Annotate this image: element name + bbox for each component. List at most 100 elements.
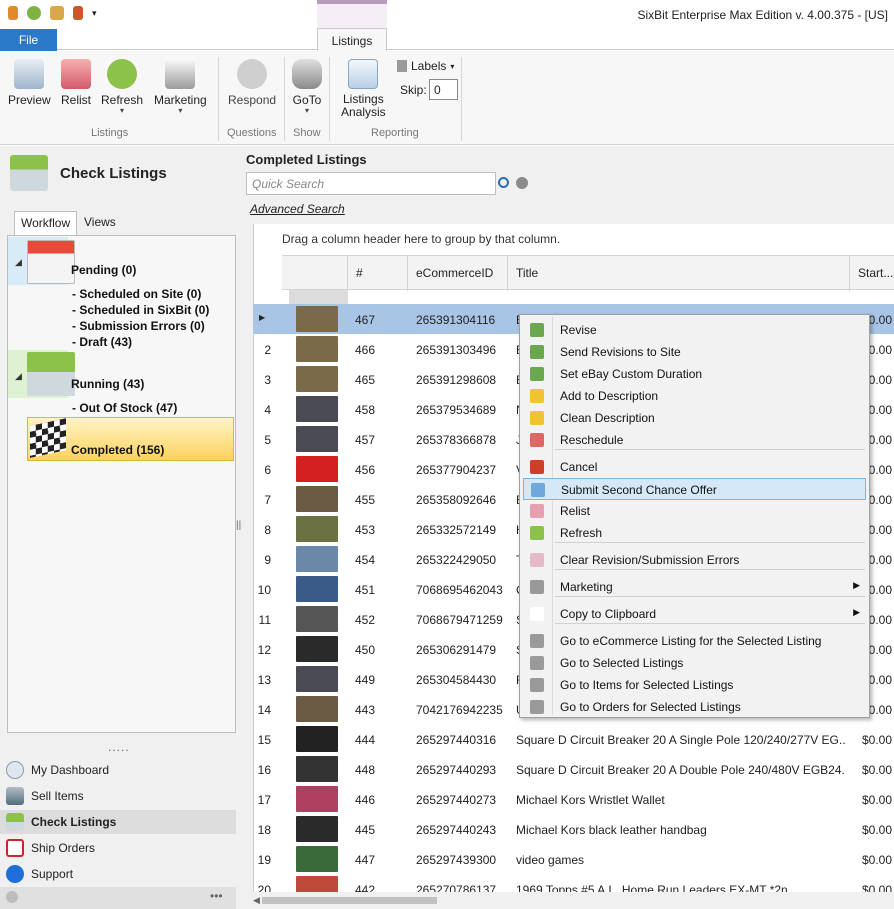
item-thumbnail[interactable] bbox=[296, 576, 338, 602]
skip-input[interactable]: 0 bbox=[429, 79, 458, 100]
cell-title: video games bbox=[516, 853, 585, 867]
refresh-button[interactable]: Refresh ▾ bbox=[101, 59, 143, 115]
column-header-title[interactable]: Title bbox=[507, 256, 849, 291]
panel-resize-grip[interactable]: ..... bbox=[108, 740, 130, 754]
table-row[interactable]: 15 444 265297440316 Square D Circuit Breake… bbox=[253, 724, 894, 754]
overflow-menu-icon[interactable]: ••• bbox=[210, 889, 223, 903]
menu-item-cancel[interactable]: Cancel bbox=[523, 456, 866, 478]
tree-node-scheduled-site[interactable]: - Scheduled on Site (0) bbox=[72, 287, 201, 301]
column-header-ecommerceid[interactable]: eCommerceID bbox=[407, 256, 507, 291]
item-thumbnail[interactable] bbox=[296, 396, 338, 422]
cell-id: 449 bbox=[355, 673, 376, 687]
menu-item-reschedule[interactable]: Reschedule bbox=[523, 429, 866, 451]
tree-node-draft[interactable]: - Draft (43) bbox=[72, 335, 132, 349]
menu-item-goto-ecommerce-listing[interactable]: Go to eCommerce Listing for the Selected… bbox=[523, 630, 866, 652]
item-thumbnail[interactable] bbox=[296, 756, 338, 782]
file-tab[interactable]: File bbox=[0, 29, 57, 51]
item-thumbnail[interactable] bbox=[296, 696, 338, 722]
item-thumbnail[interactable] bbox=[296, 606, 338, 632]
item-thumbnail[interactable] bbox=[296, 486, 338, 512]
respond-button[interactable]: Respond bbox=[228, 59, 276, 107]
menu-item-send-revisions[interactable]: Send Revisions to Site bbox=[523, 341, 866, 363]
menu-item-refresh[interactable]: Refresh bbox=[523, 522, 866, 544]
menu-item-relist[interactable]: Relist bbox=[523, 500, 866, 522]
nav-support[interactable]: Support bbox=[0, 862, 236, 886]
goto-button[interactable]: GoTo ▾ bbox=[292, 59, 322, 115]
item-thumbnail[interactable] bbox=[296, 336, 338, 362]
column-header-start[interactable]: Start... bbox=[849, 256, 894, 291]
item-thumbnail[interactable] bbox=[296, 366, 338, 392]
menu-item-clear-errors[interactable]: Clear Revision/Submission Errors bbox=[523, 549, 866, 571]
menu-item-marketing[interactable]: Marketing ▶ bbox=[523, 576, 866, 598]
tab-listings[interactable]: Listings bbox=[317, 28, 387, 52]
menu-item-goto-orders[interactable]: Go to Orders for Selected Listings bbox=[523, 696, 866, 718]
menu-item-clean-description[interactable]: Clean Description bbox=[523, 407, 866, 429]
item-thumbnail[interactable] bbox=[296, 846, 338, 872]
preview-button[interactable]: Preview bbox=[8, 59, 51, 107]
menu-item-label: Cancel bbox=[560, 460, 598, 474]
tab-workflow[interactable]: Workflow bbox=[14, 211, 78, 235]
expand-icon[interactable]: ◢ bbox=[15, 371, 22, 382]
cell-id: 451 bbox=[355, 583, 376, 597]
item-thumbnail[interactable] bbox=[296, 816, 338, 842]
calendar-icon bbox=[27, 240, 75, 284]
marketing-button[interactable]: Marketing ▾ bbox=[154, 59, 207, 115]
menu-item-goto-items[interactable]: Go to Items for Selected Listings bbox=[523, 674, 866, 696]
cell-ecommerceid: 265378366878 bbox=[416, 433, 497, 447]
table-row[interactable]: 17 446 265297440273 Michael Kors Wristlet W… bbox=[253, 784, 894, 814]
splitter-handle[interactable]: || bbox=[236, 520, 241, 531]
item-thumbnail[interactable] bbox=[296, 786, 338, 812]
item-thumbnail[interactable] bbox=[296, 426, 338, 452]
tab-views[interactable]: Views bbox=[78, 211, 122, 235]
item-thumbnail[interactable] bbox=[296, 516, 338, 542]
quick-search-input[interactable]: Quick Search bbox=[246, 172, 496, 195]
nav-my-dashboard[interactable]: My Dashboard bbox=[0, 758, 236, 782]
tree-node-submission-errors[interactable]: - Submission Errors (0) bbox=[72, 319, 205, 333]
menu-item-set-custom-duration[interactable]: Set eBay Custom Duration bbox=[523, 363, 866, 385]
table-row[interactable]: 19 447 265297439300 video games $0.00 bbox=[253, 844, 894, 874]
table-row[interactable]: 16 448 265297440293 Square D Circuit Breake… bbox=[253, 754, 894, 784]
relist-icon bbox=[530, 504, 544, 518]
nav-check-listings[interactable]: Check Listings bbox=[0, 810, 236, 834]
sync-icon[interactable] bbox=[27, 6, 41, 20]
relist-button[interactable]: Relist bbox=[61, 59, 91, 107]
tree-node-scheduled-sixbit[interactable]: - Scheduled in SixBit (0) bbox=[72, 303, 209, 317]
cell-id: 443 bbox=[355, 703, 376, 717]
item-thumbnail[interactable] bbox=[296, 456, 338, 482]
pin-icon[interactable] bbox=[6, 891, 18, 903]
item-thumbnail[interactable] bbox=[296, 306, 338, 332]
cell-id: 457 bbox=[355, 433, 376, 447]
row-number: 5 bbox=[264, 433, 271, 447]
tree-node-pending[interactable]: Pending (0) bbox=[71, 263, 136, 277]
tree-node-running[interactable]: Running (43) bbox=[71, 377, 144, 391]
nav-ship-orders[interactable]: Ship Orders bbox=[0, 836, 236, 860]
scrollbar-thumb[interactable] bbox=[262, 897, 437, 904]
gear-icon[interactable] bbox=[516, 177, 528, 189]
expand-icon[interactable]: ◢ bbox=[15, 257, 22, 268]
cell-start-price: $0.00 bbox=[862, 733, 893, 747]
menu-item-label: Copy to Clipboard bbox=[560, 607, 657, 621]
item-thumbnail[interactable] bbox=[296, 726, 338, 752]
listings-analysis-button[interactable]: Listings Analysis bbox=[341, 59, 386, 119]
scroll-left-icon[interactable]: ◀ bbox=[253, 895, 260, 906]
table-row[interactable]: 18 445 265297440243 Michael Kors black leat… bbox=[253, 814, 894, 844]
customize-qat-icon[interactable]: ▾ bbox=[92, 8, 97, 19]
item-thumbnail[interactable] bbox=[296, 666, 338, 692]
labels-dropdown[interactable]: Labels ▾ bbox=[397, 59, 454, 73]
menu-item-goto-selected-listings[interactable]: Go to Selected Listings bbox=[523, 652, 866, 674]
advanced-search-link[interactable]: Advanced Search bbox=[250, 202, 345, 216]
tree-node-out-of-stock[interactable]: - Out Of Stock (47) bbox=[72, 401, 177, 415]
item-thumbnail[interactable] bbox=[296, 546, 338, 572]
search-icon[interactable] bbox=[498, 177, 509, 188]
menu-item-submit-second-chance-offer[interactable]: Submit Second Chance Offer bbox=[523, 478, 866, 500]
menu-item-add-to-description[interactable]: Add to Description bbox=[523, 385, 866, 407]
menu-item-revise[interactable]: Revise bbox=[523, 319, 866, 341]
tree-node-completed[interactable]: Completed (156) bbox=[71, 443, 164, 457]
row-number: 14 bbox=[257, 703, 271, 717]
brush-icon[interactable] bbox=[73, 6, 83, 20]
item-thumbnail[interactable] bbox=[296, 636, 338, 662]
scroll-icon[interactable] bbox=[50, 6, 64, 20]
nav-sell-items[interactable]: Sell Items bbox=[0, 784, 236, 808]
column-header-num[interactable]: # bbox=[347, 256, 407, 291]
menu-item-copy-to-clipboard[interactable]: Copy to Clipboard ▶ bbox=[523, 603, 866, 625]
